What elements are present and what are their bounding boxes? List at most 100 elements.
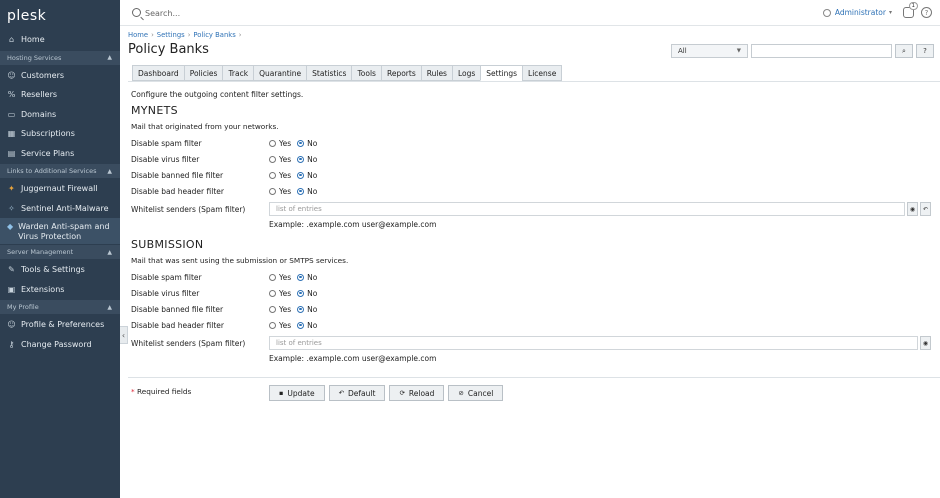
- section-hosting-services[interactable]: Hosting Services ▲: [0, 50, 120, 65]
- notifications-button[interactable]: 1: [903, 2, 918, 18]
- sidebar-item-warden[interactable]: ◆ Warden Anti-spam and Virus Protection: [0, 218, 120, 244]
- section-title-submission: SUBMISSION: [131, 238, 204, 251]
- form-row: Disable banned file filter Yes No: [131, 170, 318, 180]
- radio-yes[interactable]: Yes: [269, 171, 291, 180]
- radio-group: Yes No: [269, 187, 319, 196]
- show-entries-button[interactable]: ◉: [907, 202, 918, 216]
- grid-icon: ▦: [7, 129, 16, 139]
- undo-icon: ↶: [338, 389, 345, 397]
- help-icon: ?: [923, 47, 927, 55]
- monitor-icon: ▭: [7, 109, 16, 119]
- global-search-input[interactable]: [145, 6, 445, 20]
- radio-group: Yes No: [269, 155, 319, 164]
- filter-bar: All ▼ ⌕ ?: [671, 44, 934, 58]
- help-icon: ?: [924, 8, 929, 17]
- filter-search-input[interactable]: [751, 44, 892, 58]
- radio-yes[interactable]: Yes: [269, 289, 291, 298]
- required-fields-note: * Required fields: [131, 387, 192, 396]
- sidebar-item-change-password[interactable]: ⚷ Change Password: [0, 335, 120, 355]
- section-my-profile[interactable]: My Profile ▲: [0, 300, 120, 314]
- tab-track[interactable]: Track: [222, 65, 254, 81]
- radio-no[interactable]: No: [297, 273, 317, 282]
- radio-yes[interactable]: Yes: [269, 305, 291, 314]
- eye-icon: ◉: [909, 205, 916, 213]
- radio-yes[interactable]: Yes: [269, 273, 291, 282]
- show-entries-button[interactable]: ◉: [920, 336, 931, 350]
- section-additional-services[interactable]: Links to Additional Services ▲: [0, 164, 120, 178]
- reset-entries-button[interactable]: ↶: [920, 202, 931, 216]
- notifications-badge: 1: [908, 2, 918, 10]
- tab-quarantine[interactable]: Quarantine: [253, 65, 307, 81]
- tab-reports[interactable]: Reports: [380, 65, 421, 81]
- key-icon: ⚷: [8, 339, 15, 349]
- whitelist-input-mynets[interactable]: [269, 202, 905, 216]
- tab-license[interactable]: License: [522, 65, 563, 81]
- default-button[interactable]: ↶ Default: [328, 385, 386, 401]
- breadcrumb-policy-banks[interactable]: Policy Banks: [193, 31, 235, 39]
- form-row: Disable bad header filter Yes No: [131, 320, 318, 330]
- radio-no[interactable]: No: [297, 139, 317, 148]
- tab-dashboard[interactable]: Dashboard: [132, 65, 184, 81]
- breadcrumb-separator-icon: ›: [187, 31, 191, 39]
- cancel-button[interactable]: ⊘ Cancel: [448, 385, 504, 401]
- user-icon: ☺: [7, 70, 16, 80]
- breadcrumb-separator-icon: ›: [238, 31, 242, 39]
- filter-select[interactable]: All ▼: [671, 44, 748, 58]
- section-description: Mail that originated from your networks.: [131, 122, 279, 131]
- radio-yes[interactable]: Yes: [269, 187, 291, 196]
- radio-yes[interactable]: Yes: [269, 139, 291, 148]
- firewall-icon: ✦: [8, 184, 15, 194]
- tab-tools[interactable]: Tools: [351, 65, 381, 81]
- help-button[interactable]: ?: [921, 7, 932, 18]
- collapse-up-icon: ▲: [107, 248, 112, 256]
- radio-no[interactable]: No: [297, 321, 317, 330]
- breadcrumb-home[interactable]: Home: [128, 31, 148, 39]
- tab-policies[interactable]: Policies: [183, 65, 223, 81]
- user-menu[interactable]: Administrator ▾: [822, 8, 892, 17]
- radio-no[interactable]: No: [297, 187, 317, 196]
- radio-yes[interactable]: Yes: [269, 321, 291, 330]
- eye-icon: ◉: [922, 339, 929, 347]
- section-description: Mail that was sent using the submission …: [131, 256, 349, 265]
- radio-no[interactable]: No: [297, 155, 317, 164]
- collapse-up-icon: ▲: [107, 54, 112, 61]
- form-row: Disable spam filter Yes No: [131, 272, 318, 282]
- update-button[interactable]: ▪ Update: [269, 385, 325, 401]
- sidebar-item-profile-preferences[interactable]: ☺ Profile & Preferences: [0, 315, 120, 335]
- filter-help-button[interactable]: ?: [916, 44, 934, 58]
- sidebar-item-subscriptions[interactable]: ▦ Subscriptions: [0, 124, 120, 144]
- sidebar-item-juggernaut-firewall[interactable]: ✦ Juggernaut Firewall: [0, 179, 120, 199]
- plesk-logo[interactable]: plesk: [0, 0, 120, 30]
- sidebar-collapse-handle[interactable]: ‹: [120, 326, 128, 344]
- example-text: Example: .example.com user@example.com: [269, 220, 437, 229]
- sidebar-item-domains[interactable]: ▭ Domains: [0, 105, 120, 125]
- radio-no[interactable]: No: [297, 171, 317, 180]
- radio-no[interactable]: No: [297, 305, 317, 314]
- whitelist-input-submission[interactable]: [269, 336, 918, 350]
- sidebar-item-resellers[interactable]: % Resellers: [0, 85, 120, 105]
- sidebar-item-tools-settings[interactable]: ✎ Tools & Settings: [0, 260, 120, 280]
- tabs-divider: [128, 81, 940, 82]
- form-footer: * Required fields ▪ Update ↶ Default ⟳ Relo…: [131, 385, 936, 401]
- save-icon: ▪: [279, 389, 284, 397]
- reload-icon: ⟳: [399, 389, 405, 397]
- cancel-icon: ⊘: [458, 389, 464, 397]
- topbar: Administrator ▾ 1 ?: [120, 0, 940, 26]
- tab-settings[interactable]: Settings: [480, 65, 523, 81]
- tab-statistics[interactable]: Statistics: [306, 65, 352, 81]
- sidebar-item-service-plans[interactable]: ▤ Service Plans: [0, 144, 120, 164]
- radio-yes[interactable]: Yes: [269, 155, 291, 164]
- section-server-management[interactable]: Server Management ▲: [0, 245, 120, 259]
- sidebar-item-customers[interactable]: ☺ Customers: [0, 66, 120, 86]
- example-text: Example: .example.com user@example.com: [269, 354, 437, 363]
- radio-no[interactable]: No: [297, 289, 317, 298]
- sidebar-item-home[interactable]: ⌂ Home: [0, 30, 120, 50]
- reload-button[interactable]: ⟳ Reload: [389, 385, 445, 401]
- breadcrumb-settings[interactable]: Settings: [157, 31, 185, 39]
- sidebar-item-sentinel-anti-malware[interactable]: ✧ Sentinel Anti-Malware: [0, 199, 120, 219]
- puzzle-icon: ▣: [7, 284, 16, 294]
- sidebar-item-extensions[interactable]: ▣ Extensions: [0, 280, 120, 300]
- tab-logs[interactable]: Logs: [451, 65, 481, 81]
- tab-rules[interactable]: Rules: [420, 65, 452, 81]
- filter-search-button[interactable]: ⌕: [895, 44, 913, 58]
